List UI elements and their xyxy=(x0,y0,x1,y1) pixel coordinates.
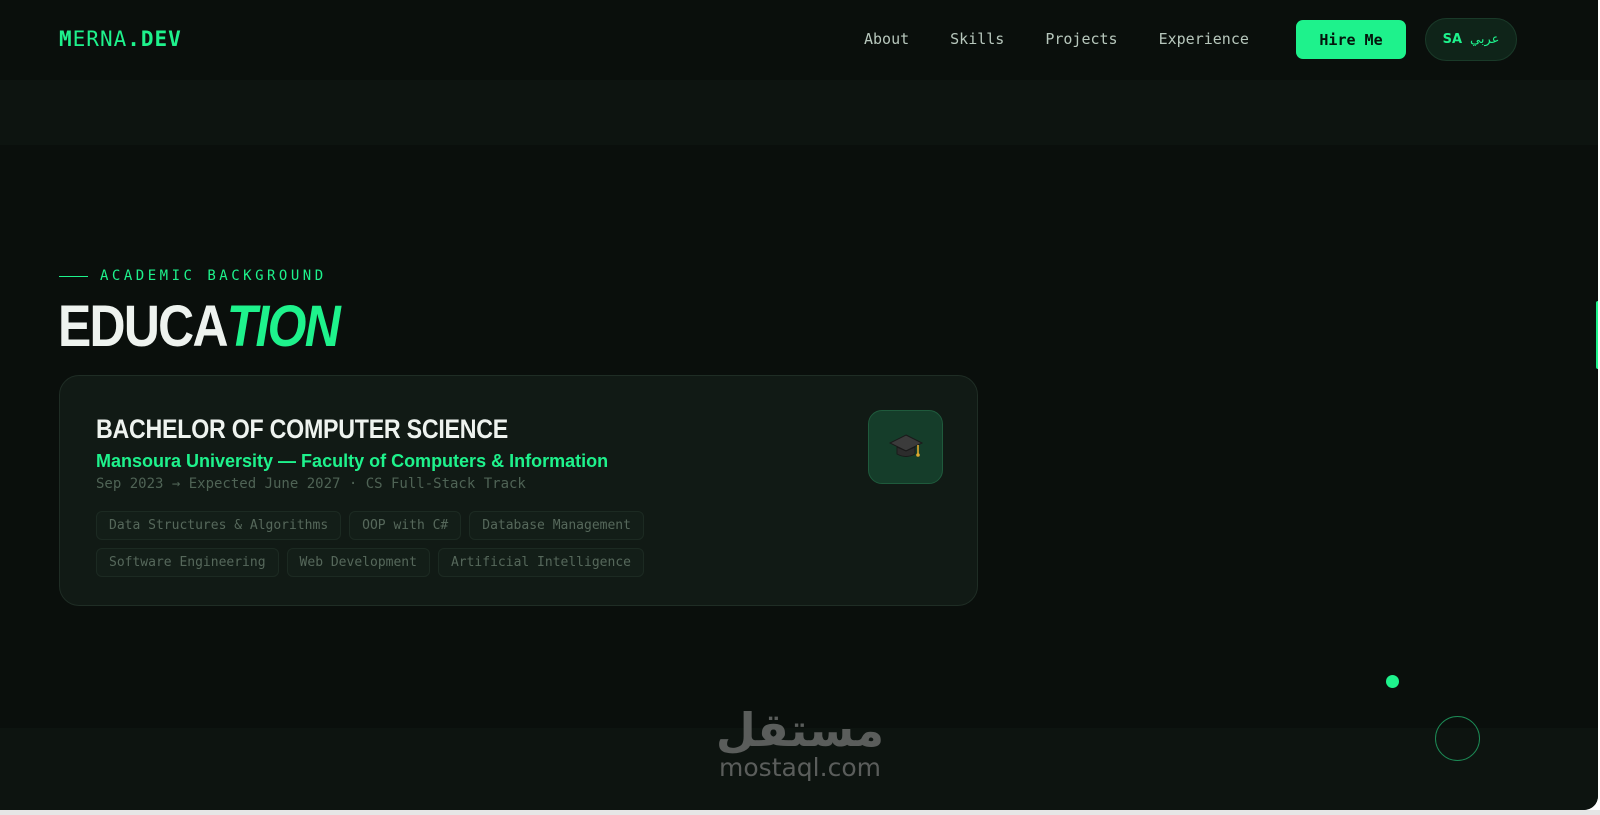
nav-link-about[interactable]: About xyxy=(864,30,909,48)
course-tags: Data Structures & Algorithms OOP with C#… xyxy=(96,511,656,577)
section-title-accent: TION xyxy=(226,294,341,359)
graduation-cap-icon xyxy=(868,410,943,484)
eyebrow-text: ACADEMIC BACKGROUND xyxy=(100,268,327,284)
education-dates: Sep 2023 → Expected June 2027 · CS Full-… xyxy=(96,476,526,492)
course-tag: Artificial Intelligence xyxy=(437,548,644,577)
navbar: M ERNA. DEV About Skills Projects Experien… xyxy=(0,0,1598,80)
course-tag: Web Development xyxy=(286,548,430,577)
site-logo[interactable]: M ERNA. DEV xyxy=(59,27,182,51)
window-bottom-edge xyxy=(0,810,1600,815)
course-tag: Software Engineering xyxy=(96,548,279,577)
watermark-arabic: مستقل xyxy=(715,703,885,757)
course-tag: OOP with C# xyxy=(349,511,462,540)
scroll-indicator[interactable] xyxy=(1596,301,1598,369)
custom-cursor-dot xyxy=(1386,675,1399,688)
logo-suffix: DEV xyxy=(140,27,182,51)
logo-name: ERNA xyxy=(72,27,128,51)
course-tag: Database Management xyxy=(469,511,644,540)
education-card: BACHELOR OF COMPUTER SCIENCE Mansoura Un… xyxy=(59,375,978,606)
nav-links: About Skills Projects Experience xyxy=(864,30,1249,48)
language-toggle-button[interactable]: SA عربي xyxy=(1425,18,1517,61)
section-title: EDUCATION xyxy=(58,298,341,356)
hire-me-button[interactable]: Hire Me xyxy=(1296,20,1406,59)
degree-title: BACHELOR OF COMPUTER SCIENCE xyxy=(96,414,509,444)
nav-link-skills[interactable]: Skills xyxy=(950,30,1004,48)
section-title-main: EDUCA xyxy=(58,294,228,359)
course-tag: Data Structures & Algorithms xyxy=(96,511,342,540)
custom-cursor-ring xyxy=(1435,716,1480,761)
portfolio-page: M ERNA. DEV About Skills Projects Experien… xyxy=(0,0,1598,810)
language-code: SA xyxy=(1442,32,1463,47)
watermark-latin: mostaql.com xyxy=(719,753,881,782)
logo-dot: . xyxy=(127,27,141,51)
language-label: عربي xyxy=(1470,32,1500,47)
section-divider-band xyxy=(0,80,1598,145)
eyebrow-line xyxy=(59,275,88,277)
nav-link-projects[interactable]: Projects xyxy=(1045,30,1117,48)
university-name: Mansoura University — Faculty of Compute… xyxy=(96,451,609,471)
nav-link-experience[interactable]: Experience xyxy=(1159,30,1249,48)
logo-initial: M xyxy=(59,27,73,51)
section-eyebrow: ACADEMIC BACKGROUND xyxy=(59,268,327,284)
mostaql-watermark: مستقل mostaql.com xyxy=(700,707,900,797)
